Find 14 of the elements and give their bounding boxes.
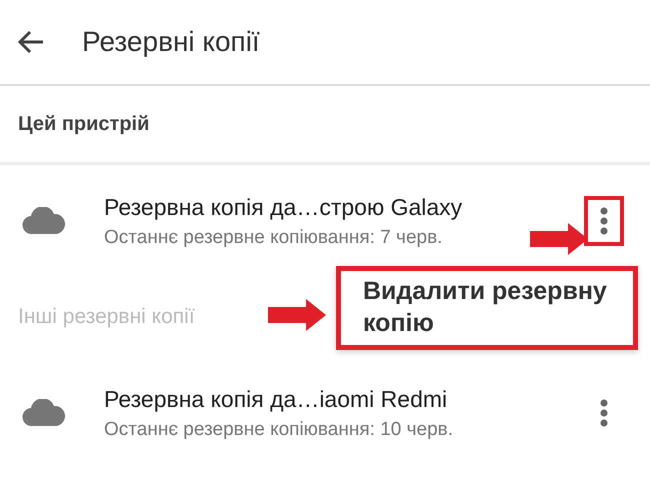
more-vert-icon (600, 399, 608, 427)
annotation-arrow (266, 297, 326, 333)
more-options-button[interactable] (584, 196, 624, 246)
screen-title: Резервні копії (82, 26, 260, 58)
cloud-icon (22, 207, 66, 235)
back-arrow-icon (18, 30, 44, 54)
section-header: Цей пристрій (18, 112, 150, 136)
backup-title: Резервна копія да…iaomi Redmi (104, 386, 448, 412)
backup-date: Останнє резервне копіювання: 10 черв. (104, 418, 454, 440)
section-header: Інші резервні копії (18, 305, 195, 329)
cloud-icon (22, 399, 66, 427)
more-vert-icon (600, 207, 608, 235)
backup-title: Резервна копія да…строю Galaxy (104, 194, 462, 220)
backup-date: Останнє резервне копіювання: 7 черв. (104, 226, 442, 248)
